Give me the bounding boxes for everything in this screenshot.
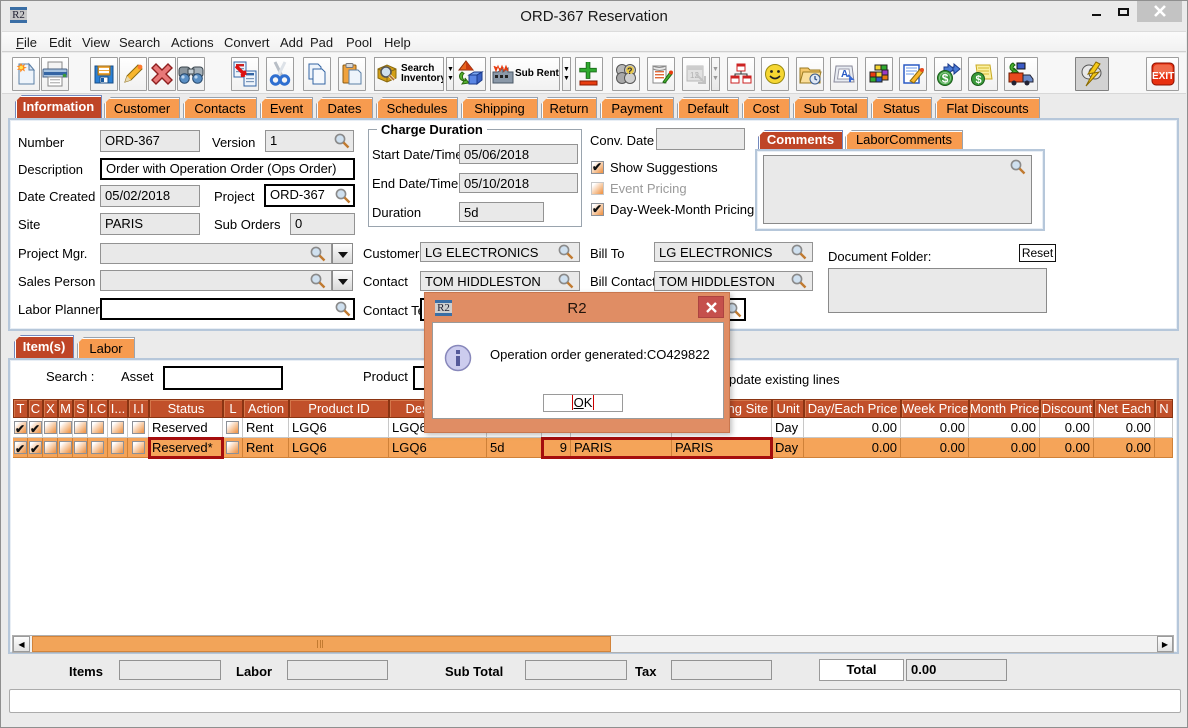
svg-text:?: ? — [627, 66, 633, 76]
svg-text:$: $ — [942, 72, 949, 86]
svg-text:A: A — [841, 69, 848, 80]
svg-text:EXIT: EXIT — [1152, 71, 1174, 82]
svg-text:$: $ — [976, 74, 982, 86]
